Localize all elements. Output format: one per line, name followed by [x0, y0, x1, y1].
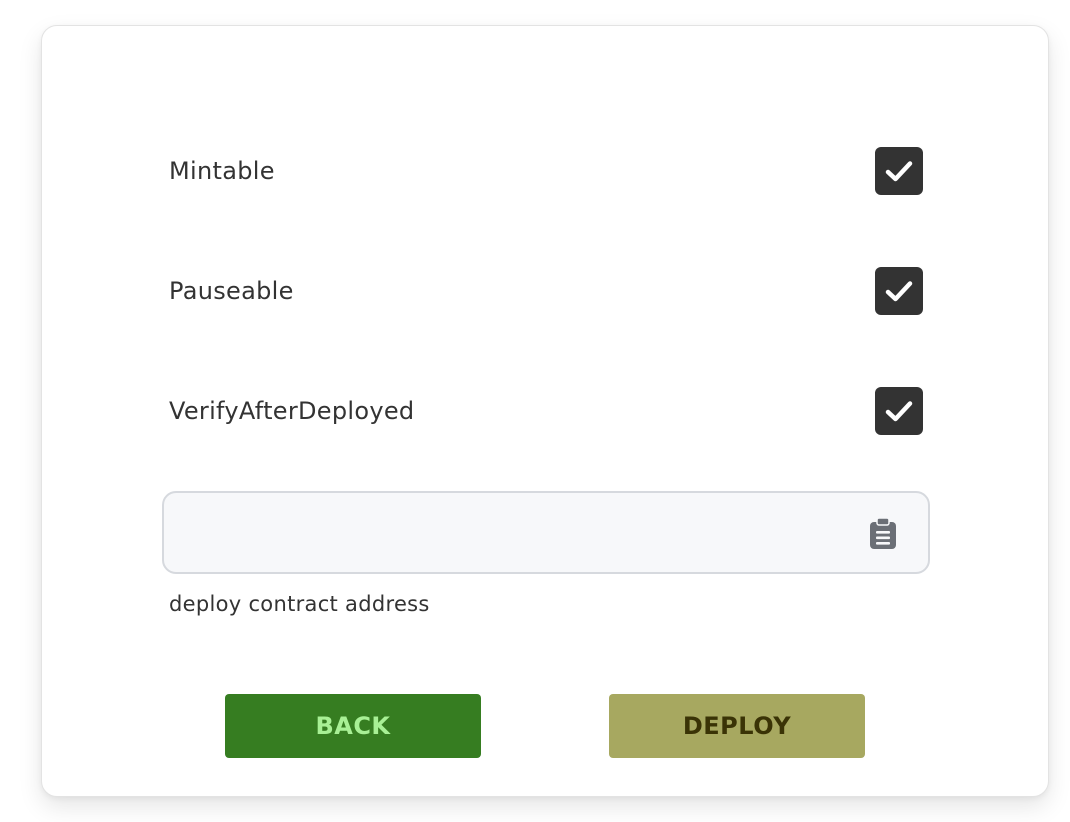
option-row-verify-after-deployed: VerifyAfterDeployed — [169, 387, 923, 435]
clipboard-icon[interactable] — [868, 517, 898, 549]
mintable-checkbox[interactable] — [875, 147, 923, 195]
checkmark-icon — [885, 401, 913, 422]
back-button[interactable]: BACK — [225, 694, 481, 758]
checkmark-icon — [885, 161, 913, 182]
deploy-button[interactable]: DEPLOY — [609, 694, 865, 758]
contract-address-field — [162, 491, 930, 574]
option-row-mintable: Mintable — [169, 147, 923, 195]
option-label-pauseable: Pauseable — [169, 277, 294, 305]
deploy-options-card: Mintable Pauseable VerifyAfterDeployed d… — [41, 25, 1049, 797]
checkmark-icon — [885, 281, 913, 302]
option-label-mintable: Mintable — [169, 157, 275, 185]
verify-after-deployed-checkbox[interactable] — [875, 387, 923, 435]
pauseable-checkbox[interactable] — [875, 267, 923, 315]
contract-address-input[interactable] — [182, 493, 866, 574]
option-label-verify-after-deployed: VerifyAfterDeployed — [169, 397, 415, 425]
contract-address-helper-text: deploy contract address — [169, 592, 430, 616]
option-row-pauseable: Pauseable — [169, 267, 923, 315]
